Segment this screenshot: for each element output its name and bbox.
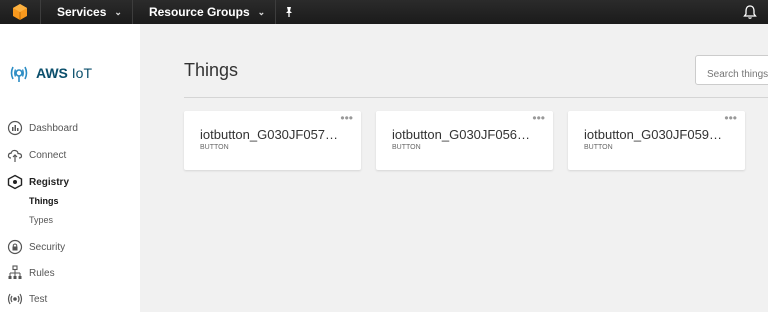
services-label: Services <box>57 5 107 19</box>
sidebar-item-label: Test <box>29 293 48 305</box>
aws-iot-brand[interactable]: AWS IoT <box>8 62 92 84</box>
cloud-connect-icon <box>6 146 24 164</box>
resource-groups-menu[interactable]: Resource Groups ⌄ <box>133 0 277 24</box>
thing-type: BUTTON <box>392 144 421 151</box>
thing-type: BUTTON <box>584 144 613 151</box>
chevron-down-icon: ⌄ <box>114 6 122 17</box>
thing-card[interactable]: ••• iotbutton_G030JF059… BUTTON <box>568 111 745 170</box>
thing-name: iotbutton_G030JF057… <box>200 127 339 142</box>
sidebar-item-label: Connect <box>29 149 67 161</box>
rules-tree-icon <box>6 264 24 282</box>
services-menu[interactable]: Services ⌄ <box>41 0 133 24</box>
more-options-icon[interactable]: ••• <box>340 112 353 124</box>
thing-name: iotbutton_G030JF056… <box>392 127 531 142</box>
sidebar-subitem-things[interactable]: Things <box>29 196 59 206</box>
thing-card[interactable]: ••• iotbutton_G030JF056… BUTTON <box>376 111 553 170</box>
sidebar-item-label: Registry <box>29 176 70 188</box>
sidebar-item-label: Security <box>29 241 66 253</box>
chevron-down-icon: ⌄ <box>257 6 266 17</box>
aws-logo-icon[interactable] <box>0 0 41 24</box>
lock-icon <box>6 238 24 256</box>
search-things-input[interactable] <box>695 55 768 85</box>
sidebar-item-label: Dashboard <box>29 122 78 134</box>
sidebar-item-registry[interactable]: Registry <box>6 173 69 191</box>
more-options-icon[interactable]: ••• <box>724 112 737 124</box>
registry-icon <box>6 173 24 191</box>
top-navigation-bar: Services ⌄ Resource Groups ⌄ <box>0 0 768 24</box>
brand-title: AWS IoT <box>36 65 93 81</box>
pin-icon[interactable] <box>276 0 302 24</box>
sidebar-item-label: Rules <box>29 267 55 279</box>
sidebar-item-dashboard[interactable]: Dashboard <box>6 119 78 137</box>
sidebar-item-connect[interactable]: Connect <box>6 146 66 164</box>
sidebar-item-security[interactable]: Security <box>6 238 65 256</box>
header-divider <box>184 97 768 98</box>
sidebar: AWS IoT Dashboard Connect Registry Thing… <box>0 24 140 312</box>
aws-iot-logo-icon <box>10 66 28 82</box>
test-signal-icon <box>6 290 24 308</box>
sidebar-item-rules[interactable]: Rules <box>6 264 55 282</box>
thing-name: iotbutton_G030JF059… <box>584 127 723 142</box>
thing-type: BUTTON <box>200 144 229 151</box>
resource-groups-label: Resource Groups <box>148 5 250 19</box>
more-options-icon[interactable]: ••• <box>532 112 545 124</box>
thing-card[interactable]: ••• iotbutton_G030JF057… BUTTON <box>184 111 361 170</box>
dashboard-icon <box>6 119 24 137</box>
sidebar-subitem-types[interactable]: Types <box>29 215 53 225</box>
page-title: Things <box>184 60 239 80</box>
sidebar-item-test[interactable]: Test <box>6 290 47 308</box>
notification-bell-icon[interactable] <box>742 4 758 20</box>
